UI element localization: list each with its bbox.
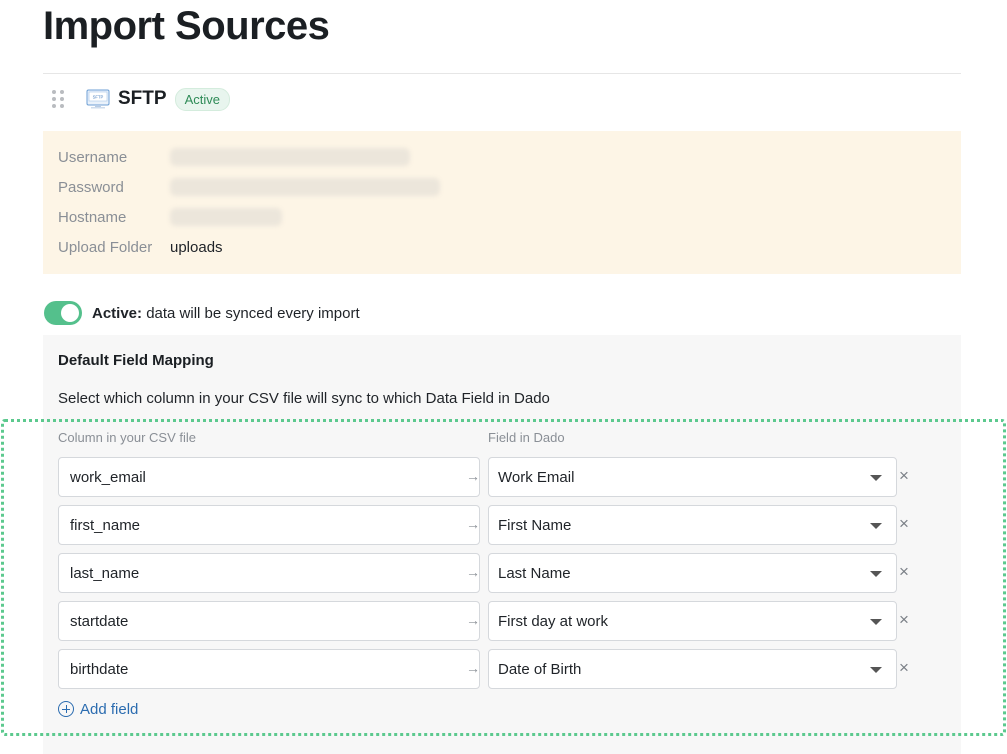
arrow-right-icon: → bbox=[466, 612, 480, 628]
credential-row-username: Username bbox=[58, 146, 410, 168]
dado-field-select[interactable]: First Name bbox=[488, 505, 897, 545]
divider bbox=[43, 73, 961, 74]
mapping-row: → Last Name × bbox=[58, 553, 928, 593]
credential-label: Upload Folder bbox=[58, 238, 153, 256]
csv-column-header: Column in your CSV file bbox=[58, 430, 196, 445]
mapping-row: → Date of Birth × bbox=[58, 649, 928, 689]
chevron-down-icon bbox=[870, 667, 882, 673]
chevron-down-icon bbox=[870, 475, 882, 481]
credential-value-blurred bbox=[170, 178, 440, 196]
mapping-title: Default Field Mapping bbox=[58, 352, 214, 369]
chevron-down-icon bbox=[870, 619, 882, 625]
arrow-right-icon: → bbox=[466, 516, 480, 532]
chevron-down-icon bbox=[870, 571, 882, 577]
drag-handle-icon[interactable] bbox=[52, 90, 64, 108]
toggle-label: Active: data will be synced every import bbox=[92, 305, 360, 322]
dado-field-value: Date of Birth bbox=[498, 660, 582, 678]
credential-row-upload-folder: Upload Folder uploads bbox=[58, 236, 223, 258]
remove-row-icon[interactable]: × bbox=[896, 514, 912, 534]
remove-row-icon[interactable]: × bbox=[896, 610, 912, 630]
dado-field-select[interactable]: Date of Birth bbox=[488, 649, 897, 689]
field-mapping-panel: Default Field Mapping Select which colum… bbox=[43, 335, 961, 754]
arrow-right-icon: → bbox=[466, 660, 480, 676]
status-badge: Active bbox=[174, 87, 230, 111]
csv-column-input[interactable] bbox=[58, 457, 480, 497]
dado-field-select[interactable]: Work Email bbox=[488, 457, 897, 497]
dado-field-value: First day at work bbox=[498, 612, 609, 630]
credential-row-password: Password bbox=[58, 176, 440, 198]
dado-field-value: Last Name bbox=[498, 564, 571, 582]
source-header: SFTP SFTP Active bbox=[52, 84, 230, 114]
field-column-header: Field in Dado bbox=[488, 430, 565, 445]
credential-value-blurred bbox=[170, 148, 410, 166]
dado-field-value: Work Email bbox=[498, 468, 575, 486]
credential-value-blurred bbox=[170, 208, 282, 226]
csv-column-input[interactable] bbox=[58, 601, 480, 641]
sync-toggle-row: Active: data will be synced every import bbox=[44, 301, 360, 325]
active-toggle[interactable] bbox=[44, 301, 82, 325]
page-title: Import Sources bbox=[43, 4, 330, 48]
arrow-right-icon: → bbox=[466, 564, 480, 580]
source-name: SFTP bbox=[118, 88, 167, 109]
add-field-label: Add field bbox=[80, 700, 139, 718]
mapping-row: → First day at work × bbox=[58, 601, 928, 641]
remove-row-icon[interactable]: × bbox=[896, 658, 912, 678]
remove-row-icon[interactable]: × bbox=[896, 466, 912, 486]
dado-field-value: First Name bbox=[498, 516, 572, 534]
credential-row-hostname: Hostname bbox=[58, 206, 282, 228]
csv-column-input[interactable] bbox=[58, 553, 480, 593]
arrow-right-icon: → bbox=[466, 468, 480, 484]
mapping-row: → Work Email × bbox=[58, 457, 928, 497]
remove-row-icon[interactable]: × bbox=[896, 562, 912, 582]
credential-label: Hostname bbox=[58, 208, 127, 226]
mapping-description: Select which column in your CSV file wil… bbox=[58, 390, 550, 407]
chevron-down-icon bbox=[870, 523, 882, 529]
sftp-server-icon: SFTP bbox=[86, 89, 110, 109]
credential-label: Username bbox=[58, 148, 128, 166]
dado-field-select[interactable]: First day at work bbox=[488, 601, 897, 641]
csv-column-input[interactable] bbox=[58, 505, 480, 545]
toggle-label-rest: data will be synced every import bbox=[142, 304, 360, 322]
csv-column-input[interactable] bbox=[58, 649, 480, 689]
credential-label: Password bbox=[58, 178, 124, 196]
toggle-label-bold: Active: bbox=[92, 304, 143, 322]
sftp-icon-text: SFTP bbox=[93, 95, 104, 100]
credentials-panel: Username Password Hostname Upload Folder… bbox=[43, 131, 961, 274]
dado-field-select[interactable]: Last Name bbox=[488, 553, 897, 593]
plus-circle-icon bbox=[58, 701, 74, 717]
add-field-button[interactable]: Add field bbox=[58, 698, 138, 720]
credential-value: uploads bbox=[170, 238, 223, 256]
mapping-row: → First Name × bbox=[58, 505, 928, 545]
